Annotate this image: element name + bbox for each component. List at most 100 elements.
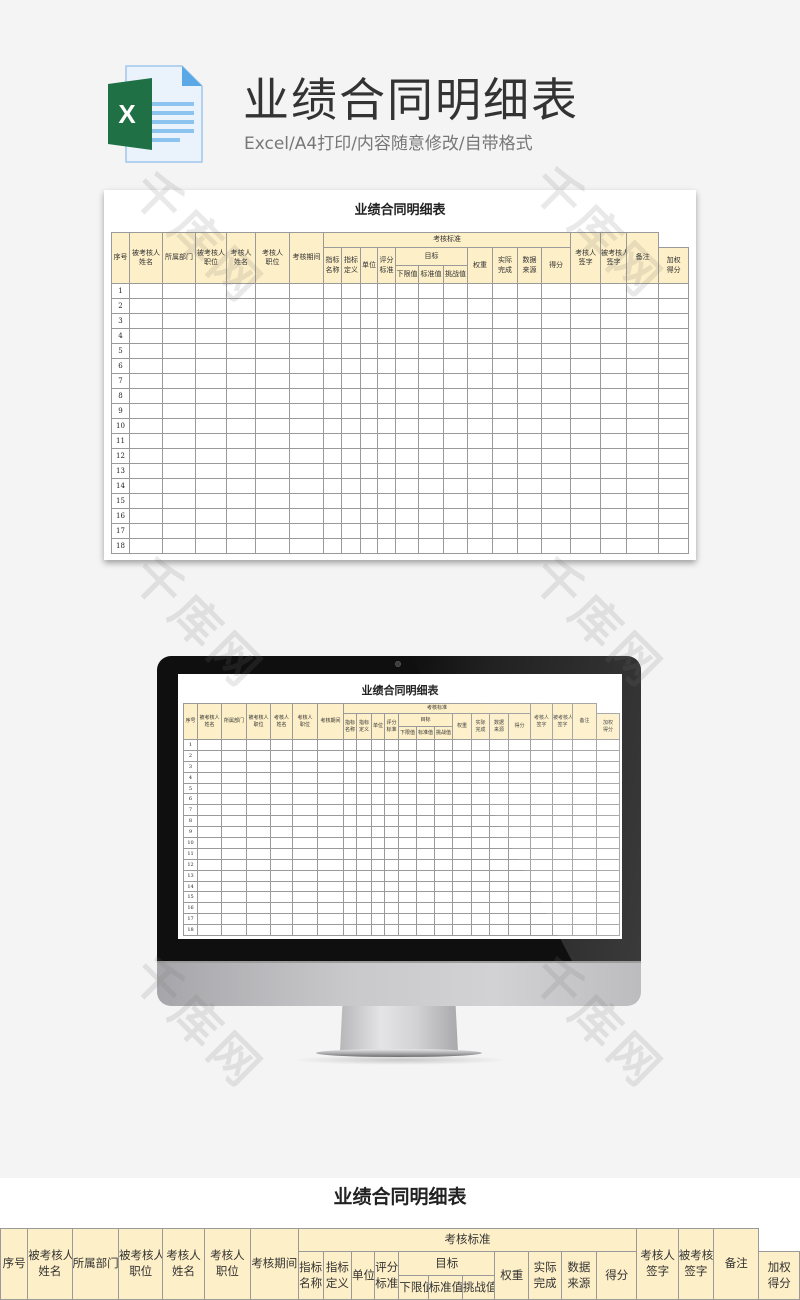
col-assessee-sign-line: 签字: [684, 1264, 708, 1278]
row-number: 11: [183, 847, 198, 860]
table-cell: [129, 493, 163, 509]
table-cell: [492, 388, 518, 404]
col-assessee-sign-line: 签字: [606, 258, 621, 266]
table-cell: [398, 837, 417, 849]
table-cell: [600, 328, 628, 344]
table-cell: [418, 493, 444, 509]
row-number: 9: [183, 826, 198, 839]
table-row: 2: [111, 298, 690, 314]
table-cell: [356, 869, 372, 882]
table-cell: [600, 478, 628, 494]
table-cell: [416, 760, 435, 773]
table-cell: [443, 358, 468, 374]
table-cell: [360, 403, 378, 419]
table-cell: [418, 313, 444, 329]
table-cell: [377, 388, 396, 404]
table-cell: [626, 283, 660, 299]
table-cell: [467, 328, 493, 344]
table-body: 1 2 3 4 5 6 7 8 9 10 11 12 13 14 15 16 17 18: [111, 283, 690, 554]
table-cell: [517, 433, 542, 449]
table-cell: [255, 283, 290, 299]
col-assessee-position-line: 被考核人: [197, 248, 225, 257]
table-cell: [517, 373, 542, 389]
table-cell: [434, 913, 453, 926]
table-cell: [517, 478, 542, 494]
table-cell: [226, 538, 256, 554]
table-cell: [600, 313, 628, 329]
table-cell: [418, 358, 444, 374]
table-cell: [418, 538, 444, 554]
table-cell: [226, 388, 256, 404]
col-assessor-sign: 考核人签字: [570, 232, 602, 284]
table-cell: [517, 313, 542, 329]
table-cell: [377, 328, 396, 344]
table-cell: [384, 837, 399, 849]
table-cell: [434, 826, 453, 839]
table-cell: [371, 815, 385, 828]
table-cell: [395, 433, 419, 449]
table-cell: [452, 924, 472, 937]
col-group-criteria: 考核标准: [322, 232, 572, 248]
table-cell: [467, 313, 493, 329]
table-cell: [492, 403, 518, 419]
table-cell: [226, 403, 256, 419]
table-cell: [289, 313, 324, 329]
table-cell: [398, 902, 417, 915]
table-cell: [246, 902, 271, 915]
table-cell: [371, 880, 385, 893]
table-cell: [371, 739, 385, 751]
col-assessor-position-line: 职位: [215, 1264, 239, 1278]
table-cell: [434, 858, 453, 871]
table-cell: [341, 343, 361, 359]
table-cell: [471, 902, 490, 915]
table-cell: [395, 418, 419, 434]
table-cell: [384, 858, 399, 871]
row-number: 3: [111, 313, 130, 329]
table-cell: [356, 760, 372, 773]
table-cell: [416, 891, 435, 904]
table-cell: [416, 782, 435, 795]
table-cell: [360, 343, 378, 359]
table-cell: [434, 837, 453, 849]
table-cell: [323, 478, 342, 494]
table-cell: [658, 328, 690, 344]
col-indicator-name-line: 名称: [325, 265, 340, 274]
table-cell: [600, 298, 628, 314]
col-challenge-value: 挑战值: [443, 265, 468, 284]
table-cell: [467, 433, 493, 449]
table-cell: [195, 313, 227, 329]
table-cell: [570, 388, 602, 404]
table-cell: [471, 913, 490, 926]
table-cell: [292, 826, 318, 839]
table-cell: [356, 880, 372, 893]
col-assessee-position-line: 被考核人: [248, 714, 269, 721]
table-cell: [246, 847, 271, 860]
table-cell: [434, 847, 453, 860]
document-subtitle: Excel/A4打印/内容随意修改/自带格式: [244, 134, 533, 154]
col-score: 得分: [596, 1251, 638, 1300]
row-number: 10: [111, 418, 130, 434]
row-number: 4: [111, 328, 130, 344]
col-lower-limit: 下限值: [398, 1275, 429, 1300]
table-cell: [255, 313, 290, 329]
sheet-title: 业绩合同明细表: [333, 1186, 467, 1208]
table-cell: [221, 880, 247, 893]
table-cell: [384, 804, 399, 817]
col-assessor-name-line: 姓名: [276, 721, 287, 728]
table-cell: [129, 388, 163, 404]
table-cell: [658, 493, 690, 509]
table-cell: [517, 508, 542, 524]
col-actual: 实际完成: [492, 247, 518, 284]
table-cell: [255, 478, 290, 494]
table-cell: [371, 826, 385, 839]
table-cell: [626, 328, 660, 344]
col-indicator-def-line: 定义: [358, 726, 369, 733]
table-cell: [195, 418, 227, 434]
table-cell: [471, 826, 490, 839]
table-cell: [570, 358, 602, 374]
table-cell: [443, 448, 468, 464]
table-cell: [517, 463, 542, 479]
table-cell: [289, 298, 324, 314]
table-cell: [317, 913, 344, 926]
row-number: 8: [183, 815, 198, 828]
